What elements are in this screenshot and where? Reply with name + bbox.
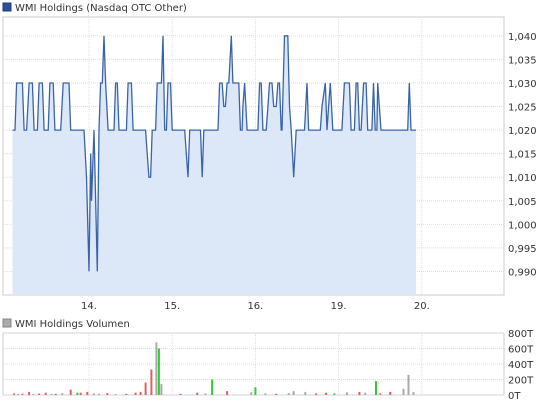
price-y-tick-label: 0,995 [508,244,537,255]
price-y-tick-label: 1,005 [508,197,537,208]
volume-bar [13,393,16,395]
price-y-tick-label: 1,025 [508,103,537,114]
price-y-tick-label: 1,020 [508,126,537,137]
volume-y-tick-label: 800T [508,329,534,340]
volume-bar [79,392,82,395]
price-y-tick-label: 0,990 [508,267,537,278]
volume-bar [196,392,199,395]
volume-y-tick-label: 600T [508,345,534,356]
price-legend-label: WMI Holdings (Nasdaq OTC Other) [15,3,187,14]
volume-bar [144,382,147,395]
volume-bar [106,393,109,395]
volume-bar [345,392,348,395]
price-y-tick-label: 1,040 [508,32,537,43]
volume-bar [304,391,307,395]
volume-bar [264,393,267,395]
volume-bar [204,393,207,395]
price-y-tick-label: 1,010 [508,173,537,184]
volume-bar [157,348,160,395]
price-legend-swatch [2,2,12,12]
volume-bar [375,381,377,395]
volume-bar [155,342,158,395]
price-x-tick-label: 19. [331,301,347,312]
volume-bar [69,389,72,395]
price-y-tick-label: 1,015 [508,150,537,161]
price-y-tick-label: 1,000 [508,220,537,231]
volume-bar [254,387,257,396]
volume-bar [407,374,410,395]
volume-bar [325,392,328,395]
volume-bar [379,393,382,395]
price-y-tick-label: 1,035 [508,55,537,66]
volume-bar [292,391,295,395]
price-x-tick-label: 14. [81,301,97,312]
volume-bar [114,394,117,395]
price-x-tick-label: 15. [164,301,180,312]
volume-bar [389,391,392,395]
volume-y-tick-label: 0T [508,391,521,401]
volume-bar [150,369,153,395]
volume-bar [61,393,64,395]
volume-y-tick-label: 400T [508,360,534,371]
price-y-axis-labels: 1,040 1,035 1,030 1,025 1,020 1,015 1,010 1,005… [508,32,537,279]
volume-y-axis-labels: 800T 600T 400T 200T 0T [508,329,534,401]
stock-chart-canvas: WMI Holdings (Nasdaq OTC Other) 1,0401,0… [2,2,537,401]
volume-legend-swatch [2,318,12,328]
volume-bar [98,393,100,395]
volume-bar [139,391,142,395]
price-y-tick-label: 1,030 [508,79,537,90]
volume-bar [28,391,31,395]
volume-bar [50,394,53,395]
volume-legend-label: WMI Holdings Volumen [15,319,130,330]
volume-bar [21,393,24,395]
volume-bar [287,393,290,395]
volume-bar [412,391,415,395]
volume-bar [179,393,182,395]
volume-bar [364,392,367,395]
volume-bar [125,393,128,395]
volume-bar [358,391,361,395]
volume-bar [93,393,95,395]
volume-bar [226,391,229,395]
volume-bar [211,379,214,395]
price-x-tick-label: 16. [247,301,263,312]
volume-bar [275,393,278,395]
price-x-tick-label: 20. [414,301,430,312]
volume-bar [333,393,336,395]
volume-y-tick-label: 200T [508,376,534,387]
volume-bar [86,391,89,395]
volume-bar [134,392,137,395]
volume-bar [76,392,79,395]
volume-bar [160,384,163,395]
volume-bar [315,393,318,395]
volume-bar [17,393,20,395]
price-x-axis-labels: 14. 15. 16. 19. 20. [81,301,430,312]
volume-bar [402,388,405,395]
volume-bar [32,394,35,395]
volume-bar [38,393,41,395]
volume-bar [44,392,47,395]
volume-bar [54,393,57,395]
volume-bar [250,392,253,395]
